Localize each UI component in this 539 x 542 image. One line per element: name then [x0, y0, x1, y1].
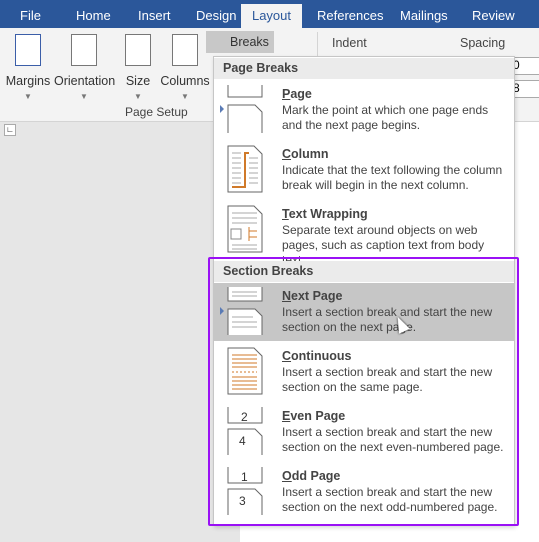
- breaks-button[interactable]: Breaks ▼: [206, 31, 274, 70]
- menu-item-continuous[interactable]: Continuous Insert a section break and st…: [214, 343, 514, 401]
- page-break-icon: [227, 85, 263, 133]
- margins-icon: [15, 34, 41, 66]
- menu-item-next-page[interactable]: Next Page Insert a section break and sta…: [214, 283, 514, 341]
- item-desc: Mark the point at which one page ends an…: [282, 103, 489, 132]
- menu-item-page[interactable]: Page Mark the point at which one page en…: [214, 81, 514, 139]
- menu-item-odd-page[interactable]: 13 Odd Page Insert a section break and s…: [214, 463, 514, 521]
- continuous-break-icon: [227, 347, 263, 395]
- item-desc: Indicate that the text following the col…: [282, 163, 503, 192]
- tab-home[interactable]: Home: [68, 0, 119, 28]
- ribbon-tabs: File Home Insert Design Layout Reference…: [0, 0, 539, 28]
- svg-text:4: 4: [239, 434, 246, 448]
- column-break-icon: [227, 145, 263, 193]
- chevron-down-icon: ▼: [181, 92, 189, 101]
- size-label: Size: [125, 74, 151, 88]
- size-button[interactable]: Size ▼: [123, 32, 153, 101]
- tab-review[interactable]: Review: [464, 0, 523, 28]
- svg-text:1: 1: [241, 470, 248, 484]
- columns-label: Columns: [160, 74, 210, 88]
- tab-insert[interactable]: Insert: [130, 0, 179, 28]
- item-title: Even Page: [282, 409, 346, 423]
- next-page-break-icon: [227, 287, 263, 335]
- svg-text:3: 3: [239, 494, 246, 508]
- spacing-label: Spacing: [460, 36, 506, 50]
- tab-file[interactable]: File: [12, 0, 49, 28]
- orientation-icon: [71, 34, 97, 66]
- margins-label: Margins: [5, 74, 51, 88]
- chevron-down-icon: ▼: [24, 92, 32, 101]
- menu-item-even-page[interactable]: 24 Even Page Insert a section break and …: [214, 403, 514, 461]
- item-desc: Insert a section break and start the new…: [282, 365, 493, 394]
- svg-text:2: 2: [241, 410, 248, 424]
- orientation-label: Orientation: [54, 74, 116, 88]
- item-title: Odd Page: [282, 469, 341, 483]
- tab-selector[interactable]: ∟: [4, 124, 16, 136]
- menu-item-text-wrapping[interactable]: Text Wrapping Separate text around objec…: [214, 201, 514, 267]
- item-title: Text Wrapping: [282, 207, 368, 221]
- text-wrapping-icon: [227, 205, 263, 253]
- size-icon: [125, 34, 151, 66]
- columns-icon: [172, 34, 198, 66]
- tab-design[interactable]: Design: [188, 0, 244, 28]
- tab-layout[interactable]: Layout: [241, 4, 302, 28]
- item-desc: Insert a section break and start the new…: [282, 485, 498, 514]
- tab-mailings[interactable]: Mailings: [392, 0, 456, 28]
- pointer-icon: [220, 105, 224, 113]
- page-breaks-header: Page Breaks: [214, 58, 514, 79]
- pointer-icon: [220, 307, 224, 315]
- indent-label: Indent: [332, 36, 367, 50]
- chevron-down-icon: ▼: [134, 92, 142, 101]
- item-title: Column: [282, 147, 329, 161]
- margins-button[interactable]: Margins ▼: [5, 32, 51, 101]
- menu-item-column[interactable]: Column Indicate that the text following …: [214, 141, 514, 199]
- columns-button[interactable]: Columns ▼: [160, 32, 210, 101]
- section-breaks-header: Section Breaks: [214, 261, 514, 282]
- tab-references[interactable]: References: [309, 0, 391, 28]
- item-title: Next Page: [282, 289, 343, 303]
- breaks-menu: Page Breaks Page Mark the point at which…: [213, 56, 515, 526]
- odd-page-break-icon: 13: [227, 467, 263, 515]
- breaks-label: Breaks: [230, 35, 269, 49]
- orientation-button[interactable]: Orientation ▼: [54, 32, 116, 101]
- even-page-break-icon: 24: [227, 407, 263, 455]
- chevron-down-icon: ▼: [80, 92, 88, 101]
- item-title: Page: [282, 87, 312, 101]
- page-setup-group-label: Page Setup: [125, 105, 188, 119]
- divider: [317, 32, 318, 56]
- item-desc: Insert a section break and start the new…: [282, 425, 504, 454]
- item-title: Continuous: [282, 349, 352, 363]
